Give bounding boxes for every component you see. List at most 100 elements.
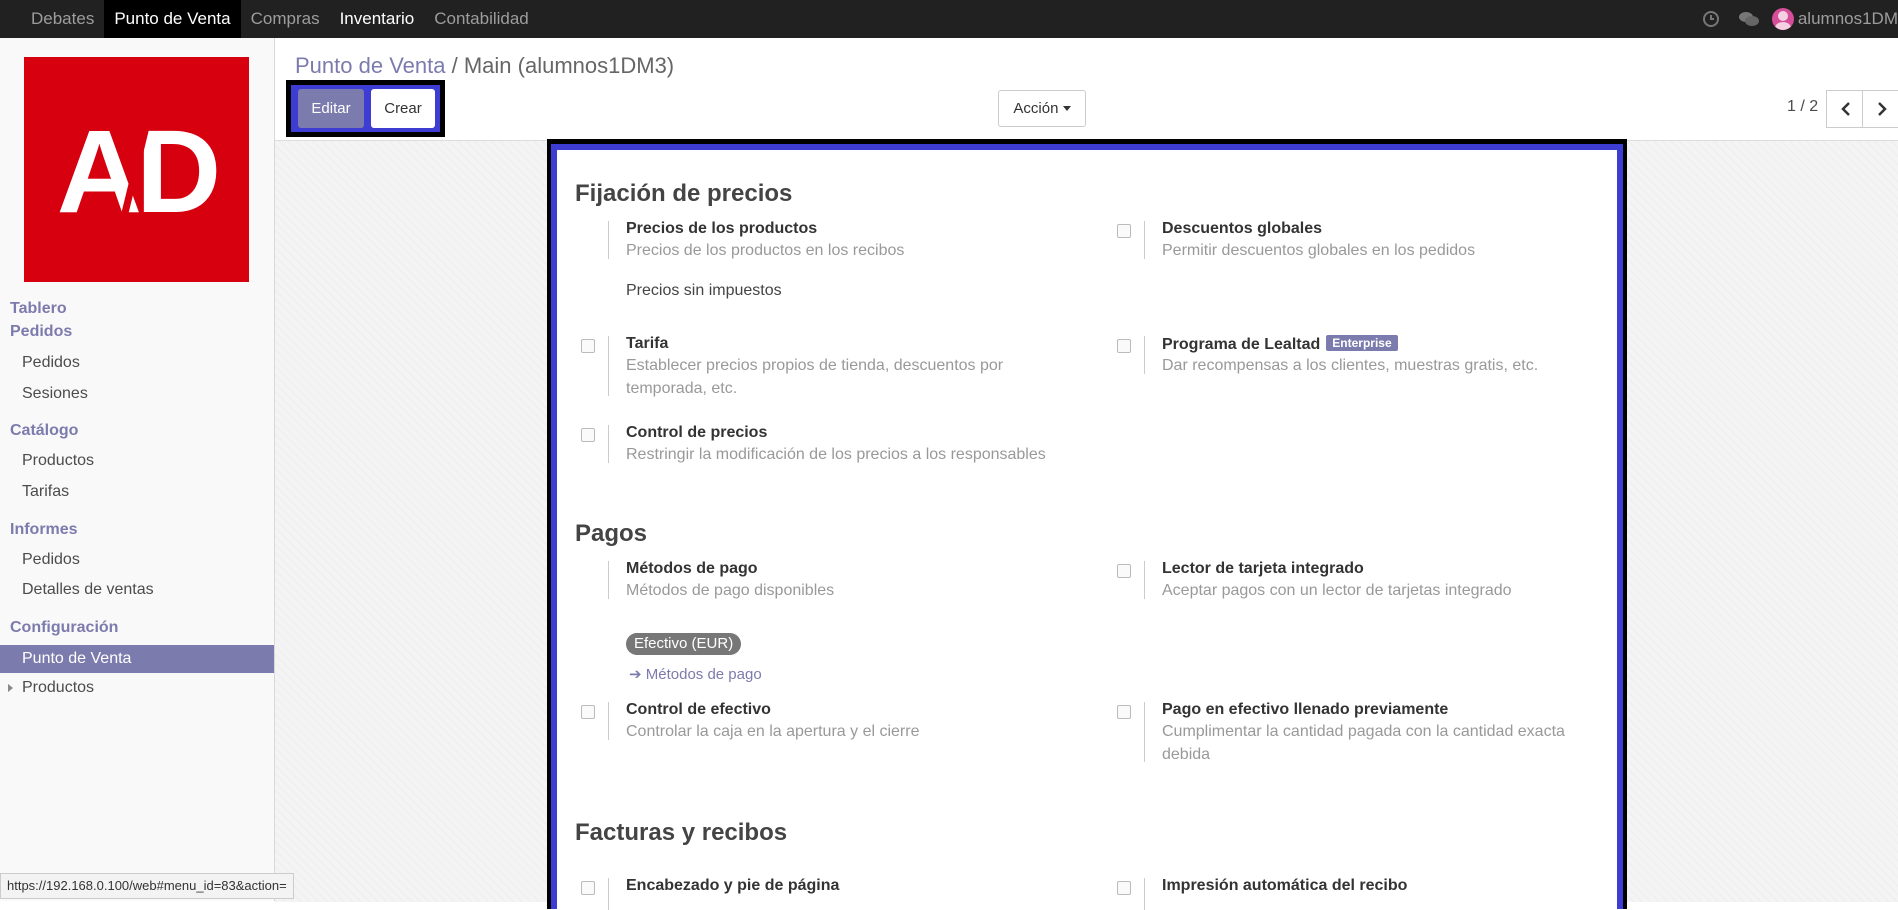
price-control-desc: Restringir la modificación de los precio… [626, 446, 1046, 463]
sidebar-item-pedidos[interactable]: Pedidos [22, 354, 80, 372]
pager-previous-button[interactable] [1826, 90, 1865, 128]
setting-divider [1144, 561, 1145, 599]
payment-method-tag[interactable]: Efectivo (EUR) [626, 633, 742, 655]
chevron-right-icon [1877, 102, 1887, 116]
payment-methods-desc: Métodos de pago disponibles [626, 582, 835, 599]
tarifa-desc: Establecer precios propios de tienda, de… [626, 357, 1004, 397]
setting-divider [608, 336, 609, 396]
sidebar-item-informe-pedidos[interactable]: Pedidos [22, 551, 80, 569]
enterprise-badge: Enterprise [1326, 335, 1398, 351]
setting-divider [608, 561, 609, 599]
sidebar-item-productos[interactable]: Productos [22, 452, 94, 470]
sidebar-item-tablero[interactable]: Tablero [10, 300, 67, 318]
sidebar-item-detalles-ventas[interactable]: Detalles de ventas [22, 581, 154, 599]
auto-print-checkbox[interactable] [1117, 881, 1131, 895]
pager-next-button[interactable] [1862, 90, 1898, 128]
setting-divider [608, 878, 609, 910]
settings-sheet-highlight: Fijación de precios Precios de los produ… [547, 139, 1627, 910]
prefill-cash-desc: Cumplimentar la cantidad pagada con la c… [1162, 723, 1565, 763]
avatar [1771, 8, 1794, 30]
create-button[interactable]: Crear [371, 89, 435, 128]
prefill-cash-title: Pago en efectivo llenado previamente [1162, 701, 1449, 718]
user-name: alumnos1DM [1797, 9, 1898, 28]
global-discounts-title: Descuentos globales [1162, 220, 1323, 237]
product-prices-title: Precios de los productos [626, 220, 818, 237]
sidebar-item-sesiones[interactable]: Sesiones [22, 385, 88, 403]
sidebar-section-configuracion[interactable]: Configuración [10, 619, 118, 637]
setting-divider [608, 425, 609, 463]
cash-control-title: Control de efectivo [626, 701, 771, 718]
cash-control-desc: Controlar la caja en la apertura y el ci… [626, 723, 920, 740]
menu-compras[interactable]: Compras [241, 0, 330, 38]
payment-methods-link[interactable]: ➔ Métodos de pago [629, 665, 762, 683]
setting-divider [608, 702, 609, 740]
breadcrumb-parent[interactable]: Punto de Venta [295, 53, 445, 78]
auto-print-title: Impresión automática del recibo [1162, 877, 1408, 894]
section-title-invoices: Facturas y recibos [575, 819, 788, 846]
tarifa-title: Tarifa [626, 335, 669, 352]
payment-methods-link-label: Métodos de pago [645, 666, 762, 683]
sidebar-section-catalogo[interactable]: Catálogo [10, 422, 78, 440]
global-discounts-checkbox[interactable] [1117, 224, 1131, 238]
app-menu: Debates Punto de Venta Compras Inventari… [21, 0, 539, 38]
sidebar-item-tarifas[interactable]: Tarifas [22, 483, 69, 501]
section-title-payments: Pagos [575, 520, 648, 547]
clock-icon[interactable] [1692, 0, 1730, 38]
product-prices-value[interactable]: Precios sin impuestos [626, 282, 782, 300]
setting-divider [1144, 878, 1145, 910]
loyalty-title: Programa de Lealtad Enterprise [1162, 335, 1398, 354]
settings-sheet: Fijación de precios Precios de los produ… [557, 150, 1617, 910]
section-title-pricing: Fijación de precios [575, 180, 793, 207]
browser-status-url: https://192.168.0.100/web#menu_id=83&act… [0, 873, 294, 899]
setting-divider [1144, 336, 1145, 374]
price-control-checkbox[interactable] [581, 428, 595, 442]
menu-contabilidad[interactable]: Contabilidad [424, 0, 539, 38]
menu-debates[interactable]: Debates [21, 0, 104, 38]
sheet-frame: Fijación de precios Precios de los produ… [551, 144, 1623, 910]
tarifa-checkbox[interactable] [581, 339, 595, 353]
breadcrumb-separator: / [451, 53, 458, 78]
cash-control-checkbox[interactable] [581, 705, 595, 719]
breadcrumb: Punto de Venta / Main (alumnos1DM3) [295, 53, 674, 79]
edit-create-button-group: Editar Crear [286, 80, 445, 137]
card-reader-checkbox[interactable] [1117, 564, 1131, 578]
loyalty-checkbox[interactable] [1117, 339, 1131, 353]
menu-inventario[interactable]: Inventario [330, 0, 425, 38]
caret-down-icon [1062, 106, 1071, 111]
card-reader-desc: Aceptar pagos con un lector de tarjetas … [1162, 582, 1512, 599]
setting-divider [1144, 702, 1145, 762]
chevron-left-icon [1840, 102, 1850, 116]
sidebar-item-label: Punto de Venta [22, 650, 132, 667]
setting-divider [608, 221, 609, 259]
price-control-title: Control de precios [626, 424, 768, 441]
chat-icon[interactable] [1730, 0, 1768, 38]
product-prices-desc: Precios de los productos en los recibos [626, 242, 905, 259]
user-menu[interactable]: alumnos1DM [1768, 0, 1898, 38]
button-group-frame: Editar Crear [291, 85, 440, 132]
breadcrumb-current: Main (alumnos1DM3) [463, 53, 675, 78]
sidebar-item-punto-de-venta[interactable]: Punto de Venta [0, 645, 274, 673]
payment-methods-title: Métodos de pago [626, 560, 758, 577]
sidebar: AD Tablero Pedidos Pedidos Sesiones Catá… [0, 38, 275, 901]
systray: alumnos1DM [1692, 0, 1898, 38]
arrow-right-icon: ➔ [629, 666, 646, 683]
header-footer-checkbox[interactable] [581, 881, 595, 895]
caret-right-icon[interactable] [8, 684, 13, 692]
action-dropdown[interactable]: Acción [998, 90, 1086, 127]
loyalty-title-text: Programa de Lealtad [1162, 336, 1321, 353]
action-label: Acción [1013, 100, 1059, 117]
sidebar-item-config-productos[interactable]: Productos [22, 679, 94, 697]
sidebar-section-pedidos[interactable]: Pedidos [10, 323, 72, 341]
global-discounts-desc: Permitir descuentos globales en los pedi… [1162, 242, 1476, 259]
sidebar-section-informes[interactable]: Informes [10, 521, 78, 539]
setting-divider [1144, 221, 1145, 259]
card-reader-title: Lector de tarjeta integrado [1162, 560, 1364, 577]
prefill-cash-checkbox[interactable] [1117, 705, 1131, 719]
edit-button[interactable]: Editar [298, 89, 364, 128]
menu-punto-de-venta[interactable]: Punto de Venta [104, 0, 241, 38]
loyalty-desc: Dar recompensas a los clientes, muestras… [1162, 357, 1539, 374]
company-logo: AD [24, 57, 249, 282]
top-navbar: Debates Punto de Venta Compras Inventari… [0, 0, 1898, 38]
pager-value[interactable]: 1 / 2 [1787, 98, 1818, 116]
header-footer-title: Encabezado y pie de página [626, 877, 840, 894]
